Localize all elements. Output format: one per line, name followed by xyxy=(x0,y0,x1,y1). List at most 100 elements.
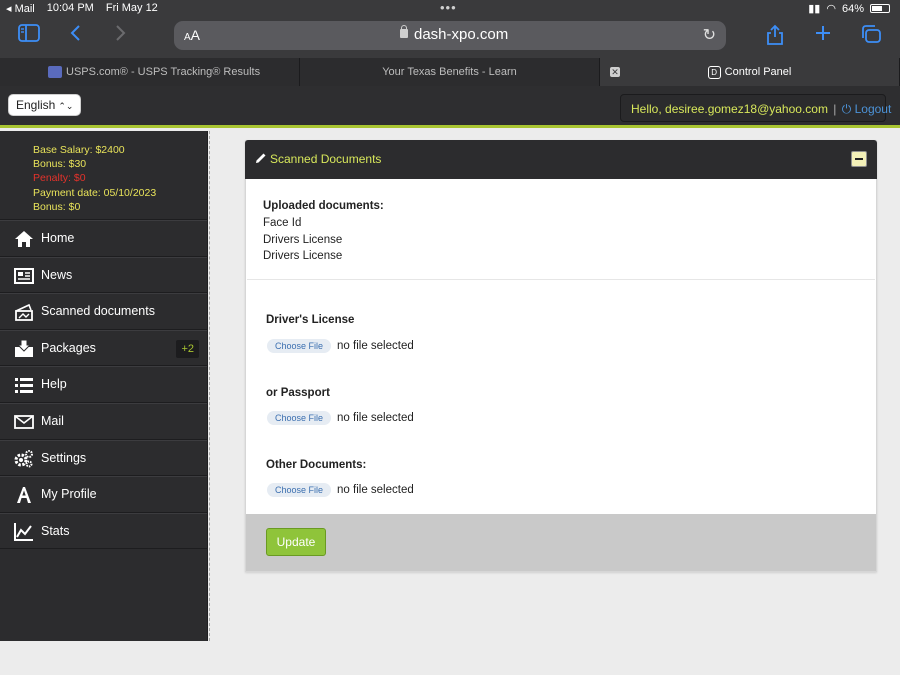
reload-icon[interactable]: ↻ xyxy=(703,25,716,45)
payment-date: Payment date: 05/10/2023 xyxy=(33,186,157,199)
usps-favicon-icon xyxy=(48,66,62,78)
forward-icon[interactable] xyxy=(106,24,134,48)
sidebar-item-label: Scanned documents xyxy=(41,304,155,319)
list-item: Drivers License xyxy=(263,233,343,246)
passport-file-input: Choose File no file selected xyxy=(267,410,414,426)
back-to-app[interactable]: ◂ Mail xyxy=(6,2,35,15)
back-icon[interactable] xyxy=(62,24,90,48)
browser-toolbar: AA dash-xpo.com ↻ xyxy=(0,18,900,58)
update-button[interactable]: Update xyxy=(266,528,326,556)
power-icon: ⏻ xyxy=(841,102,852,116)
sidebar-item-settings[interactable]: Settings xyxy=(0,439,207,477)
base-salary: Base Salary: $2400 xyxy=(33,144,125,156)
my-profile-icon xyxy=(17,487,31,504)
list-item: Drivers License xyxy=(263,250,343,263)
sidebar-item-home[interactable]: Home xyxy=(0,220,207,257)
tab-texas-benefits[interactable]: Your Texas Benefits - Learn xyxy=(300,58,600,86)
scanned-documents-panel: Scanned Documents Uploaded documents: Fa… xyxy=(245,140,877,572)
bonus-second: Bonus: $0 xyxy=(33,200,81,213)
tab-label: Control Panel xyxy=(724,66,792,78)
bonus: Bonus: $30 xyxy=(33,158,87,171)
sidebar-item-label: News xyxy=(41,267,73,282)
chevron-updown-icon: ⌃⌄ xyxy=(58,101,74,111)
sidebar-divider xyxy=(209,131,213,641)
lock-icon xyxy=(400,25,408,38)
panel-footer: Update xyxy=(246,514,876,571)
sidebar-item-stats[interactable]: Stats xyxy=(0,512,207,550)
separator: | xyxy=(833,102,837,116)
sidebar-toggle-icon[interactable] xyxy=(15,24,43,48)
mail-icon xyxy=(14,415,34,429)
signal-icon: ▮▮ xyxy=(808,3,821,15)
sidebar-item-label: Packages xyxy=(41,340,96,355)
reader-options-button[interactable]: AA xyxy=(184,27,200,43)
tab-control-panel[interactable]: ✕ D Control Panel xyxy=(600,58,900,86)
scanned-documents-icon xyxy=(15,304,33,322)
user-greeting-box: Hello, desiree.gomez18@yahoo.com | ⏻ Log… xyxy=(620,94,891,122)
language-value: English xyxy=(16,98,56,112)
url-text[interactable]: dash-xpo.com xyxy=(414,26,508,43)
uploaded-documents-list: Uploaded documents: Face Id Drivers Lice… xyxy=(263,198,384,265)
choose-file-button[interactable]: Choose File xyxy=(267,411,332,425)
packages-icon xyxy=(15,339,33,357)
multitasking-dots-icon[interactable]: ••• xyxy=(440,0,457,15)
share-icon[interactable] xyxy=(761,24,789,48)
drivers-license-file-input: Choose File no file selected xyxy=(267,338,414,354)
packages-count-badge: +2 xyxy=(176,339,199,358)
sidebar-item-my-profile[interactable]: My Profile xyxy=(0,476,207,513)
logout-link[interactable]: ⏻ Logout xyxy=(842,102,892,116)
list-item: Face Id xyxy=(263,216,302,229)
greeting-text: Hello, desiree.gomez18@yahoo.com xyxy=(631,102,828,116)
pencil-icon xyxy=(256,153,266,163)
uploaded-heading: Uploaded documents: xyxy=(263,200,384,212)
file-status: no file selected xyxy=(337,412,414,424)
choose-file-button[interactable]: Choose File xyxy=(267,483,332,497)
sidebar-item-label: My Profile xyxy=(41,487,97,502)
page-bottom xyxy=(0,641,900,675)
status-date: Fri May 12 xyxy=(105,2,158,14)
choose-file-button[interactable]: Choose File xyxy=(267,339,332,353)
drivers-license-label: Driver's License xyxy=(266,314,355,326)
panel-title: Scanned Documents xyxy=(270,152,382,166)
news-icon xyxy=(14,267,34,284)
battery-percent: 64% xyxy=(841,2,864,15)
battery-fill xyxy=(872,6,882,11)
address-bar[interactable]: AA dash-xpo.com ↻ xyxy=(174,21,726,50)
home-icon xyxy=(15,231,33,247)
passport-label: or Passport xyxy=(266,387,330,399)
help-icon xyxy=(15,378,33,394)
other-documents-label: Other Documents: xyxy=(266,459,367,471)
tab-usps[interactable]: USPS.com® - USPS Tracking® Results xyxy=(0,58,300,86)
sidebar-item-mail[interactable]: Mail xyxy=(0,402,207,440)
status-bar: ◂ Mail 10:04 PM Fri May 12 ••• ▮▮ ◠ 64% xyxy=(0,0,900,18)
aa-small: A xyxy=(184,32,191,43)
logout-label: Logout xyxy=(854,102,892,116)
collapse-panel-button[interactable] xyxy=(851,151,867,167)
language-select[interactable]: English ⌃⌄ xyxy=(8,94,82,116)
file-status: no file selected xyxy=(337,340,414,352)
other-documents-file-input: Choose File no file selected xyxy=(267,482,414,498)
salary-stats: Base Salary: $2400 Bonus: $30 Penalty: $… xyxy=(0,131,207,220)
sidebar-item-packages[interactable]: Packages +2 xyxy=(0,329,207,367)
new-tab-icon[interactable] xyxy=(809,24,837,48)
page-header: English ⌃⌄ Hello, desiree.gomez18@yahoo.c… xyxy=(0,86,900,128)
status-time: 10:04 PM xyxy=(46,2,94,14)
aa-large: A xyxy=(190,27,201,43)
section-divider xyxy=(247,279,875,280)
sidebar: Base Salary: $2400 Bonus: $30 Penalty: $… xyxy=(0,131,208,641)
sidebar-item-label: Settings xyxy=(41,450,87,465)
sidebar-item-help[interactable]: Help xyxy=(0,366,207,403)
control-panel-favicon-icon: D xyxy=(707,65,721,79)
sidebar-item-label: Stats xyxy=(41,523,70,538)
browser-tabs: USPS.com® - USPS Tracking® Results Your … xyxy=(0,58,900,86)
sidebar-item-label: Home xyxy=(41,231,75,245)
sidebar-item-news[interactable]: News xyxy=(0,256,207,294)
sidebar-item-label: Help xyxy=(41,377,67,392)
tab-overview-icon[interactable] xyxy=(857,24,885,48)
settings-icon xyxy=(14,449,33,468)
penalty: Penalty: $0 xyxy=(33,172,86,185)
stats-icon xyxy=(14,522,33,541)
close-tab-icon[interactable]: ✕ xyxy=(610,67,620,77)
battery-icon xyxy=(870,4,890,13)
sidebar-item-scanned-documents[interactable]: Scanned documents xyxy=(0,293,207,330)
